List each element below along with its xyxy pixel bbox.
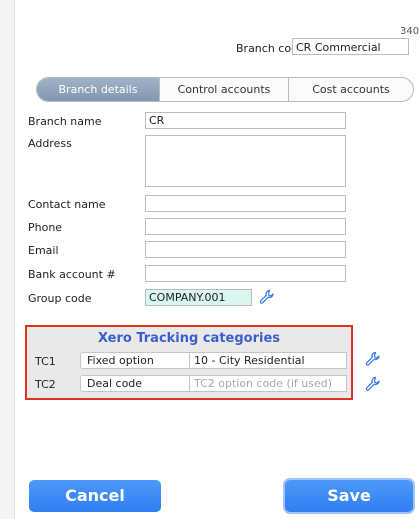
branch-name-field[interactable]: CR xyxy=(145,112,346,129)
contact-name-field[interactable] xyxy=(145,195,346,212)
bank-account-field[interactable] xyxy=(145,265,346,282)
tc1-option-field[interactable]: 10 - City Residential xyxy=(189,352,347,369)
window-left-edge xyxy=(0,0,15,519)
tc1-label: TC1 xyxy=(35,355,56,368)
group-code-field[interactable]: COMPANY.001 xyxy=(145,289,252,306)
phone-label: Phone xyxy=(28,221,63,234)
address-field[interactable] xyxy=(145,135,346,187)
tc1-select-value: Fixed option xyxy=(87,354,154,367)
tc2-label: TC2 xyxy=(35,378,56,391)
tc2-select-value: Deal code xyxy=(87,377,143,390)
tc2-option-field[interactable]: TC2 option code (if used) xyxy=(189,375,347,392)
cancel-button[interactable]: Cancel xyxy=(29,480,161,512)
xero-tracking-panel: Xero Tracking categories TC1 Fixed optio… xyxy=(25,325,353,400)
address-label: Address xyxy=(28,137,72,150)
record-number: 340 xyxy=(400,26,420,37)
branch-code-field[interactable]: CR Commercial xyxy=(292,38,409,55)
tab-control-accounts[interactable]: Control accounts xyxy=(159,78,288,101)
email-field[interactable] xyxy=(145,241,346,258)
contact-name-label: Contact name xyxy=(28,198,106,211)
phone-field[interactable] xyxy=(145,218,346,235)
tab-cost-accounts[interactable]: Cost accounts xyxy=(288,78,413,101)
email-label: Email xyxy=(28,244,59,257)
save-button[interactable]: Save xyxy=(285,480,413,512)
branch-name-label: Branch name xyxy=(28,115,102,128)
wrench-icon[interactable] xyxy=(259,289,275,305)
bank-account-label: Bank account # xyxy=(28,268,116,281)
tab-branch-details[interactable]: Branch details xyxy=(37,78,159,101)
wrench-icon[interactable] xyxy=(365,376,381,392)
xero-tracking-title: Xero Tracking categories xyxy=(97,331,281,346)
group-code-label: Group code xyxy=(28,292,92,305)
wrench-icon[interactable] xyxy=(365,351,381,367)
tab-bar: Branch details Control accounts Cost acc… xyxy=(36,77,414,102)
